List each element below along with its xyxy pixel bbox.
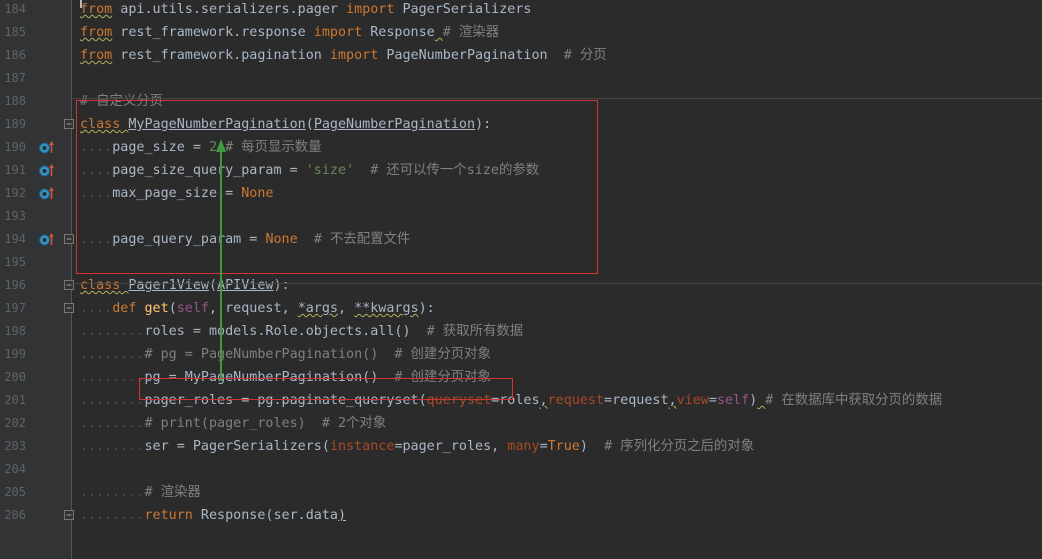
code-editor[interactable]: 184 from api.utils.serializers.pager impo… — [0, 0, 1042, 559]
annotation-arrow-icon — [216, 139, 226, 381]
